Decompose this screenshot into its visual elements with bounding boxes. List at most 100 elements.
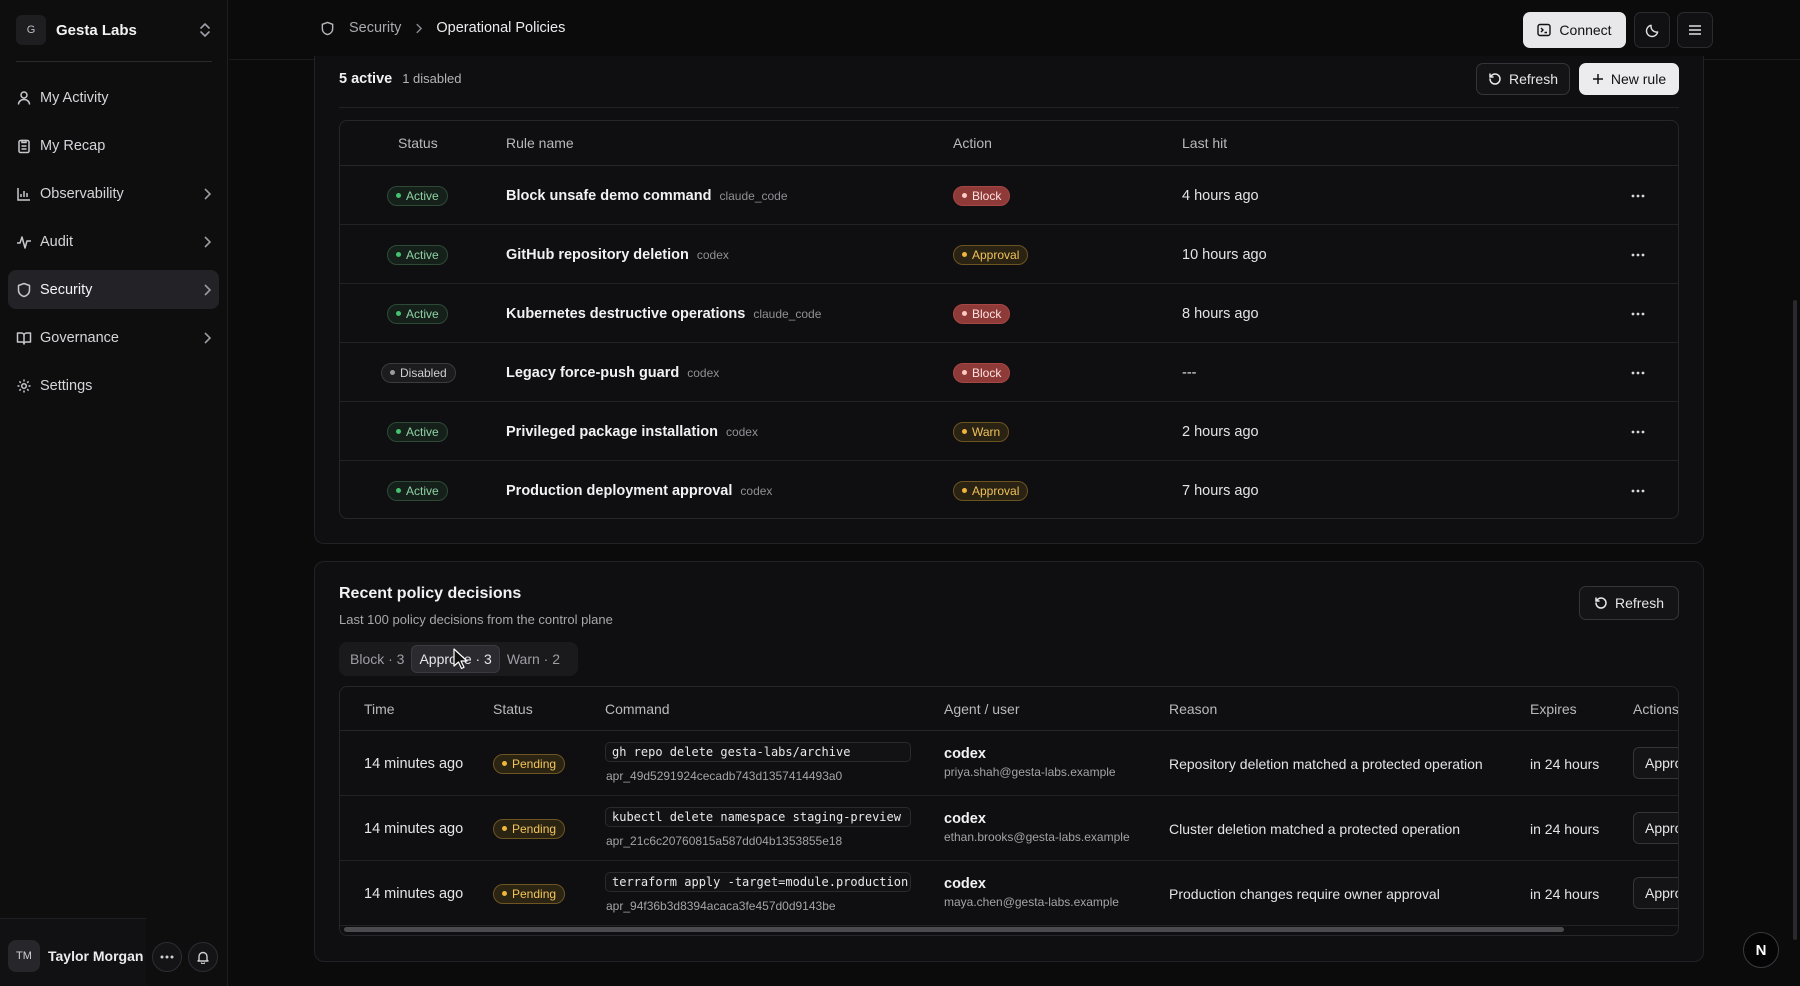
- rule-agent: claude_code: [753, 306, 822, 321]
- workspace-switcher[interactable]: G Gesta Labs: [16, 15, 212, 45]
- column-expires: Expires: [1530, 701, 1577, 717]
- last-hit: 7 hours ago: [1182, 482, 1259, 499]
- theme-toggle-button[interactable]: [1634, 12, 1670, 48]
- agent-name: codex: [944, 746, 986, 762]
- sidebar-item-my-activity[interactable]: My Activity: [8, 78, 219, 117]
- menu-icon: [1688, 24, 1702, 36]
- sidebar-item-settings[interactable]: Settings: [8, 366, 219, 405]
- table-row: 14 minutes ago Pending kubectl delete na…: [340, 796, 1678, 861]
- approve-button[interactable]: Approve: [1633, 747, 1678, 779]
- rule-name[interactable]: Privileged package installation: [506, 424, 718, 440]
- terminal-icon: [1537, 23, 1559, 37]
- user-profile[interactable]: TM Taylor Morgan: [8, 940, 143, 972]
- chevron-right-icon: [203, 187, 211, 200]
- sidebar-item-label: Governance: [40, 329, 119, 346]
- more-horizontal-icon: [1631, 430, 1645, 434]
- sidebar-item-audit[interactable]: Audit: [8, 222, 219, 261]
- tab-warn[interactable]: Warn · 2: [500, 645, 567, 673]
- sidebar-item-governance[interactable]: Governance: [8, 318, 219, 357]
- notifications-button[interactable]: [188, 942, 218, 972]
- new-rule-label: New rule: [1610, 71, 1667, 87]
- moon-icon: [1645, 23, 1660, 38]
- row-menu-button[interactable]: [1631, 402, 1645, 461]
- table-row[interactable]: Active Kubernetes destructive operations…: [340, 284, 1678, 343]
- shield-icon: [16, 282, 32, 298]
- shield-icon: [320, 21, 335, 36]
- action-badge: Warn: [953, 421, 1010, 442]
- chevron-right-icon: [415, 23, 423, 34]
- table-row[interactable]: Active Production deployment approval cod…: [340, 461, 1678, 518]
- last-hit: 10 hours ago: [1182, 246, 1267, 263]
- decisions-refresh-button[interactable]: Refresh: [1579, 586, 1679, 620]
- last-hit: 4 hours ago: [1182, 187, 1259, 204]
- column-command: Command: [605, 701, 670, 717]
- page-scrollbar[interactable]: [1793, 300, 1797, 940]
- avatar: TM: [8, 940, 40, 972]
- row-menu-button[interactable]: [1631, 166, 1645, 225]
- command-cell: terraform apply -target=module.productio…: [605, 872, 911, 913]
- more-horizontal-icon: [1631, 194, 1645, 198]
- agent-name: codex: [944, 876, 986, 892]
- approve-button[interactable]: Approve: [1633, 877, 1678, 909]
- table-row[interactable]: Disabled Legacy force-push guard codex Bl…: [340, 343, 1678, 402]
- rule-agent: claude_code: [719, 188, 788, 203]
- rule-name[interactable]: Legacy force-push guard: [506, 365, 679, 381]
- more-horizontal-icon: [1631, 253, 1645, 257]
- sidebar-nav: My Activity My Recap Observability Audit…: [8, 78, 219, 414]
- approve-button[interactable]: Approve: [1633, 812, 1678, 844]
- decision-time: 14 minutes ago: [364, 885, 464, 902]
- rule-name[interactable]: GitHub repository deletion: [506, 247, 689, 263]
- row-menu-button[interactable]: [1631, 284, 1645, 343]
- more-options-button[interactable]: [152, 942, 182, 972]
- table-row[interactable]: Active Privileged package installation co…: [340, 402, 1678, 461]
- rule-name[interactable]: Kubernetes destructive operations: [506, 306, 745, 322]
- status-badge: Pending: [493, 818, 566, 839]
- divider: [339, 107, 1679, 108]
- row-menu-button[interactable]: [1631, 461, 1645, 518]
- user-email: maya.chen@gesta-labs.example: [944, 895, 1119, 909]
- sidebar-item-my-recap[interactable]: My Recap: [8, 126, 219, 165]
- status-badge: Active: [387, 244, 448, 265]
- menu-button[interactable]: [1677, 12, 1713, 48]
- command-cell: kubectl delete namespace staging-preview…: [605, 807, 911, 848]
- breadcrumb-current: Operational Policies: [436, 20, 566, 36]
- status-badge: Pending: [493, 753, 566, 774]
- last-hit: ---: [1182, 364, 1197, 381]
- row-menu-button[interactable]: [1631, 343, 1645, 402]
- plus-icon: [1592, 73, 1611, 85]
- table-row[interactable]: Active Block unsafe demo command claude_c…: [340, 166, 1678, 225]
- user-icon: [16, 90, 32, 106]
- rule-agent: codex: [687, 365, 720, 380]
- breadcrumb: Security Operational Policies: [320, 20, 565, 36]
- sidebar-item-label: Observability: [40, 185, 124, 202]
- approval-id: apr_94f36b3d8394acaca3fe457d0d9143be: [606, 899, 836, 913]
- status-badge: Active: [387, 480, 448, 501]
- rules-refresh-button[interactable]: Refresh: [1476, 63, 1570, 95]
- decisions-table: Time Status Command Agent / user Reason …: [339, 686, 1679, 936]
- connect-button[interactable]: Connect: [1523, 12, 1626, 48]
- tab-block[interactable]: Block · 3: [343, 645, 411, 673]
- status-badge: Pending: [493, 883, 566, 904]
- approval-id: apr_21c6c20760815a587dd04b1353855e18: [606, 834, 843, 848]
- command-cell: gh repo delete gesta-labs/archive apr_49…: [605, 742, 911, 783]
- table-row[interactable]: Active GitHub repository deletion codex A…: [340, 225, 1678, 284]
- book-icon: [16, 330, 32, 346]
- action-badge: Block: [953, 185, 1011, 206]
- gear-icon: [16, 378, 32, 394]
- rules-table: Status Rule name Action Last hit Active …: [339, 120, 1679, 519]
- rule-name[interactable]: Production deployment approval: [506, 483, 732, 499]
- breadcrumb-security[interactable]: Security: [349, 20, 401, 36]
- row-menu-button[interactable]: [1631, 225, 1645, 284]
- sidebar-divider: [16, 61, 212, 62]
- agent-cell: codex ethan.brooks@gesta-labs.example: [944, 811, 1130, 844]
- rule-name[interactable]: Block unsafe demo command: [506, 188, 711, 204]
- sidebar-item-security[interactable]: Security: [8, 270, 219, 309]
- workspace-avatar: G: [16, 15, 46, 45]
- horizontal-scrollbar[interactable]: [344, 927, 1564, 932]
- table-header: Time Status Command Agent / user Reason …: [340, 687, 1678, 731]
- sidebar-item-observability[interactable]: Observability: [8, 174, 219, 213]
- new-rule-button[interactable]: New rule: [1579, 63, 1679, 95]
- assistant-button[interactable]: N: [1743, 932, 1779, 968]
- activity-icon: [16, 234, 32, 250]
- rules-summary: 5 active 1 disabled: [339, 71, 462, 87]
